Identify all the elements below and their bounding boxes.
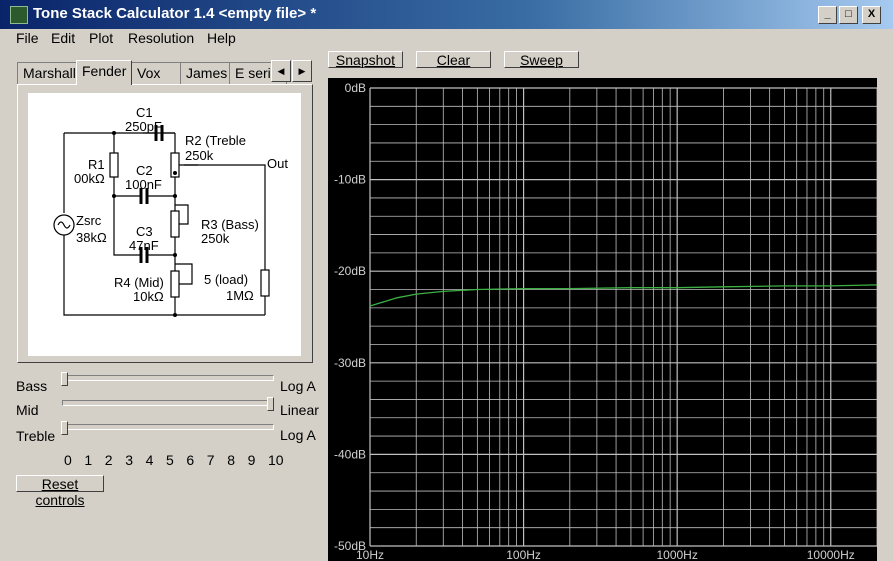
title-bar: Tone Stack Calculator 1.4 <empty file> *… xyxy=(0,0,893,29)
c2-value: 100nF xyxy=(125,177,162,192)
menu-file[interactable]: File xyxy=(16,30,39,46)
bass-taper: Log A xyxy=(280,378,316,394)
menu-help[interactable]: Help xyxy=(207,30,236,46)
y-tick-label: -10dB xyxy=(334,173,366,187)
plot-svg: 0dB-10dB-20dB-30dB-40dB-50dB10Hz 100Hz 100… xyxy=(334,81,877,561)
slider-scale-tick: 1 xyxy=(84,452,93,468)
maximize-button[interactable]: □ xyxy=(839,6,858,24)
close-button[interactable]: X xyxy=(862,6,881,24)
r3-name: R3 (Bass) xyxy=(201,217,259,232)
r3-value: 250k xyxy=(201,231,230,246)
tab-james[interactable]: James xyxy=(180,62,230,84)
slider-scale-tick: 7 xyxy=(206,452,215,468)
bass-label: Bass xyxy=(16,378,48,394)
window-title: Tone Stack Calculator 1.4 <empty file> * xyxy=(33,5,317,22)
minimize-button[interactable]: _ xyxy=(818,6,837,24)
slider-scale-tick: 9 xyxy=(247,452,256,468)
clear-label: Clear xyxy=(436,52,471,68)
c1-value: 250pF xyxy=(125,119,162,134)
clear-button[interactable]: Clear xyxy=(416,51,491,68)
menu-bar: File Edit Plot Resolution Help xyxy=(0,29,893,49)
x-tick-label: 10000Hz xyxy=(807,548,855,561)
menu-edit[interactable]: Edit xyxy=(51,30,75,46)
treble-label: Treble xyxy=(16,428,56,444)
tab-vox[interactable]: Vox xyxy=(131,62,181,84)
slider-scale-tick: 2 xyxy=(104,452,113,468)
frequency-response-plot: 0dB -10dB -20dB -30dB -40dB -50dB 10Hz 100Hz 100… xyxy=(328,78,877,561)
mid-label: Mid xyxy=(16,402,39,418)
x-tick-label: 10Hz xyxy=(356,548,384,561)
y-tick-label: -20dB xyxy=(334,264,366,278)
slider-scale-tick: 6 xyxy=(186,452,195,468)
menu-plot[interactable]: Plot xyxy=(89,30,113,46)
c1-name: C1 xyxy=(136,105,153,120)
slider-scale-tick: 10 xyxy=(268,452,284,468)
tab-scroll-left-icon[interactable]: ◀ xyxy=(271,60,291,82)
tab-strip: Marshall Fender Vox James E serie ◀ ▶ xyxy=(17,60,313,85)
r2-value: 250k xyxy=(185,148,214,163)
x-tick-label: 100Hz xyxy=(506,548,541,561)
r5-name: 5 (load) xyxy=(204,272,249,287)
treble-slider-thumb[interactable] xyxy=(61,421,68,435)
r2-name: R2 (Treble xyxy=(185,133,246,148)
r5-value: 1MΩ xyxy=(226,288,254,303)
y-tick-label: 0dB xyxy=(345,81,366,95)
bass-slider-thumb[interactable] xyxy=(61,372,68,386)
r1-name: R1 xyxy=(88,157,105,172)
sweep-label: Sweep xyxy=(520,52,563,68)
schematic-diagram xyxy=(53,125,270,317)
treble-taper: Log A xyxy=(280,427,316,443)
snapshot-label: Snapshot xyxy=(335,52,396,68)
reset-controls-button[interactable]: Reset controls xyxy=(16,475,104,508)
treble-slider-track[interactable] xyxy=(62,424,274,430)
c3-value: 47nF xyxy=(129,238,159,253)
mid-slider-thumb[interactable] xyxy=(267,397,274,411)
snapshot-button[interactable]: Snapshot xyxy=(328,51,403,68)
tab-fender[interactable]: Fender xyxy=(76,60,132,85)
app-icon xyxy=(10,6,28,24)
c3-name: C3 xyxy=(136,224,153,239)
zsrc-value: 38kΩ xyxy=(76,230,107,245)
r1-value: 00kΩ xyxy=(74,171,105,186)
mid-taper: Linear xyxy=(280,402,319,418)
tab-scroll-right-icon[interactable]: ▶ xyxy=(292,60,312,82)
slider-scale-tick: 8 xyxy=(227,452,235,468)
tab-marshall[interactable]: Marshall xyxy=(17,62,77,84)
sweep-button[interactable]: Sweep xyxy=(504,51,579,68)
output-label: Out xyxy=(267,156,288,171)
mid-slider-track[interactable] xyxy=(62,400,274,406)
slider-scale-tick: 3 xyxy=(125,452,133,468)
r4-value: 10kΩ xyxy=(133,289,164,304)
slider-scale-tick: 0 xyxy=(64,452,72,468)
bass-slider-track[interactable] xyxy=(62,375,274,381)
r4-name: R4 (Mid) xyxy=(114,275,164,290)
c2-name: C2 xyxy=(136,163,153,178)
schematic: C1 250pF R2 (Treble 250k R1 00kΩ C2 100n… xyxy=(28,93,301,356)
slider-scale-tick: 4 xyxy=(145,452,154,468)
y-tick-label: -30dB xyxy=(334,356,366,370)
reset-controls-label: Reset controls xyxy=(35,476,85,508)
menu-resolution[interactable]: Resolution xyxy=(128,30,194,46)
slider-scale-tick: 5 xyxy=(166,452,174,468)
response-curve xyxy=(369,284,877,307)
x-tick-label: 1000Hz xyxy=(656,548,697,561)
y-tick-label: -40dB xyxy=(334,447,366,461)
zsrc-name: Zsrc xyxy=(76,213,102,228)
